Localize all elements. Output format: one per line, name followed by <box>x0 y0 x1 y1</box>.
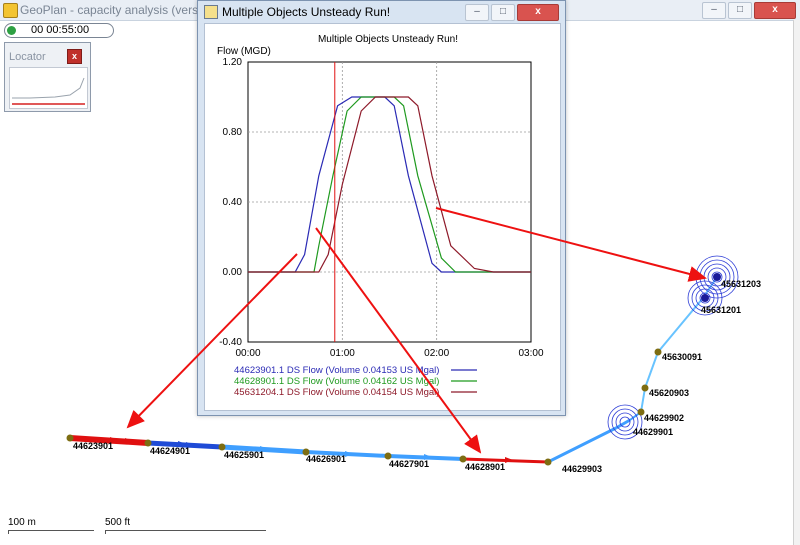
x-tick-label: 02:00 <box>424 348 449 359</box>
y-tick-label: 1.20 <box>223 57 243 68</box>
chart-grid <box>247 61 532 343</box>
scale-feet-label: 500 ft <box>105 517 131 528</box>
pipe-45631201[interactable] <box>657 297 704 353</box>
graph-window-title: Multiple Objects Unsteady Run! <box>222 5 391 19</box>
y-tick-label: 0.00 <box>223 267 243 278</box>
node-label-44629903: 44629903 <box>562 464 602 474</box>
node-label-44627901: 44627901 <box>389 459 429 469</box>
chart-y-axis-label: Flow (MGD) <box>217 46 271 57</box>
chart-ticks: 1.20 0.80 0.40 0.00 -0.4000:00 01:00 02:00 03:0… <box>219 57 544 359</box>
y-tick-label: 0.80 <box>223 127 243 138</box>
scale-meters-label: 100 m <box>8 517 36 528</box>
node-label-44626901: 44626901 <box>306 454 346 464</box>
legend-label-2: 44628901.1 DS Flow (Volume 0.04162 US Mg… <box>234 376 439 387</box>
scale-feet-bar <box>105 530 266 534</box>
node-label-45631201: 45631201 <box>701 305 741 315</box>
node-label-44629902: 44629902 <box>644 413 684 423</box>
x-tick-label: 00:00 <box>235 348 260 359</box>
graph-window[interactable]: Multiple Objects Unsteady Run! – □ x Multi… <box>197 0 566 416</box>
node-label-45631203: 45631203 <box>721 279 761 289</box>
map-right-scrollbar[interactable] <box>793 20 800 545</box>
x-tick-label: 03:00 <box>518 348 543 359</box>
node-label-44624901: 44624901 <box>150 446 190 456</box>
graph-maximize-button[interactable]: □ <box>491 4 515 21</box>
node-label-44629901: 44629901 <box>633 427 673 437</box>
legend-label-1: 44623901.1 DS Flow (Volume 0.04153 US Mg… <box>234 365 439 376</box>
x-tick-label: 01:00 <box>330 348 355 359</box>
node-45631203-core <box>713 273 721 281</box>
chart-legend: 44623901.1 DS Flow (Volume 0.04153 US Mg… <box>234 365 477 398</box>
legend-label-3: 45631204.1 DS Flow (Volume 0.04154 US Mg… <box>234 387 439 398</box>
graph-plot-area[interactable]: Multiple Objects Unsteady Run! Flow (MGD… <box>204 23 561 411</box>
graph-close-button[interactable]: x <box>517 4 559 21</box>
chart-title: Multiple Objects Unsteady Run! <box>318 34 458 45</box>
flow-chart[interactable]: Multiple Objects Unsteady Run! Flow (MGD… <box>205 24 560 410</box>
node-label-44623901: 44623901 <box>73 441 113 451</box>
series-line-1 <box>248 96 531 273</box>
node-45631201-core <box>701 294 709 302</box>
node-label-44628901: 44628901 <box>465 462 505 472</box>
node-label-45620903: 45620903 <box>649 388 689 398</box>
pipe-45630091[interactable] <box>644 351 659 389</box>
y-tick-label: 0.40 <box>223 197 243 208</box>
graph-icon <box>204 5 218 19</box>
pipe-44629903[interactable] <box>547 426 617 464</box>
graph-minimize-button[interactable]: – <box>465 4 489 21</box>
graph-window-controls: – □ x <box>463 4 559 21</box>
graph-window-titlebar[interactable]: Multiple Objects Unsteady Run! – □ x <box>198 1 565 23</box>
node-label-44625901: 44625901 <box>224 450 264 460</box>
series-line-2 <box>248 96 531 273</box>
scale-meters-bar <box>8 530 94 534</box>
y-tick-label: -0.40 <box>219 337 242 348</box>
pipe-45620903[interactable] <box>640 387 646 413</box>
node-label-45630091: 45630091 <box>662 352 702 362</box>
series-line-3 <box>248 96 531 273</box>
